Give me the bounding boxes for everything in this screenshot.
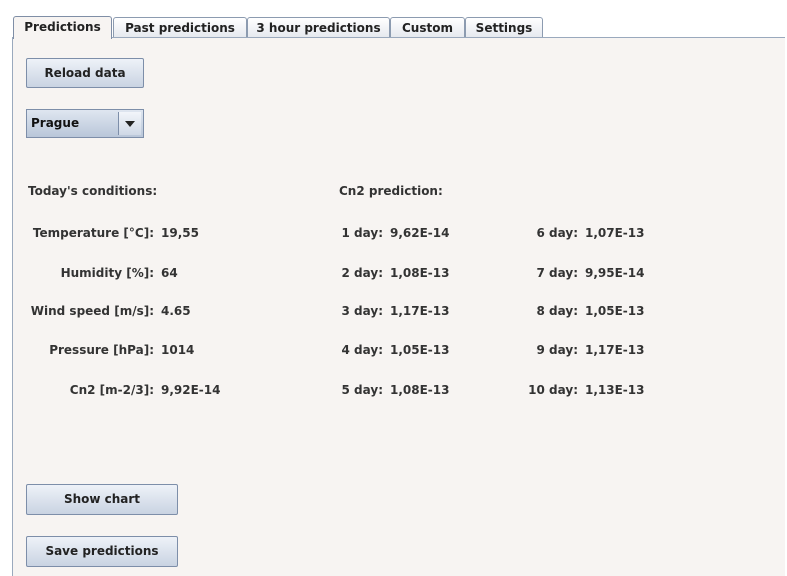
- prediction-day-value: 1,17E-13: [585, 343, 645, 357]
- conditions-heading: Today's conditions:: [28, 184, 158, 198]
- tab-3-hour-predictions[interactable]: 3 hour predictions: [247, 17, 390, 37]
- prediction-day-value: 1,07E-13: [585, 226, 645, 240]
- prediction-day-value: 1,05E-13: [390, 343, 450, 357]
- prediction-day-value: 1,08E-13: [390, 383, 450, 397]
- humidity-value: 64: [161, 266, 178, 280]
- tab-bar: Predictions Past predictions 3 hour pred…: [12, 16, 785, 39]
- prediction-day-value: 9,62E-14: [390, 226, 450, 240]
- prediction-day-label: 3 day:: [341, 304, 383, 318]
- prediction-day-label: 6 day:: [536, 226, 578, 240]
- prediction-day-value: 1,17E-13: [390, 304, 450, 318]
- prediction-day-label: 5 day:: [341, 383, 383, 397]
- tab-predictions[interactable]: Predictions: [13, 16, 112, 39]
- cn2-value: 9,92E-14: [161, 383, 221, 397]
- tab-past-predictions[interactable]: Past predictions: [113, 17, 247, 37]
- pressure-value: 1014: [161, 343, 195, 357]
- cn2-label: Cn2 [m-2/3]:: [69, 383, 154, 397]
- prediction-heading: Cn2 prediction:: [339, 184, 443, 198]
- wind-speed-value: 4.65: [161, 304, 191, 318]
- prediction-day-label: 10 day:: [528, 383, 578, 397]
- prediction-day-value: 9,95E-14: [585, 266, 645, 280]
- wind-speed-label: Wind speed [m/s]:: [30, 304, 154, 318]
- prediction-day-label: 9 day:: [536, 343, 578, 357]
- prediction-day-value: 1,08E-13: [390, 266, 450, 280]
- prediction-day-value: 1,13E-13: [585, 383, 645, 397]
- pressure-label: Pressure [hPa]:: [49, 343, 154, 357]
- humidity-label: Humidity [%]:: [60, 266, 154, 280]
- save-predictions-button[interactable]: Save predictions: [26, 536, 178, 567]
- prediction-day-label: 8 day:: [536, 304, 578, 318]
- prediction-day-value: 1,05E-13: [585, 304, 645, 318]
- tab-custom[interactable]: Custom: [390, 17, 465, 37]
- prediction-day-label: 7 day:: [536, 266, 578, 280]
- temperature-label: Temperature [°C]:: [32, 226, 154, 240]
- city-select[interactable]: Prague: [26, 109, 144, 138]
- show-chart-button[interactable]: Show chart: [26, 484, 178, 515]
- chevron-down-icon: [125, 121, 135, 127]
- city-select-value: Prague: [31, 116, 80, 130]
- prediction-day-label: 1 day:: [341, 226, 383, 240]
- prediction-day-label: 2 day:: [341, 266, 383, 280]
- reload-data-button[interactable]: Reload data: [26, 58, 144, 88]
- prediction-day-label: 4 day:: [341, 343, 383, 357]
- tab-settings[interactable]: Settings: [465, 17, 543, 37]
- temperature-value: 19,55: [161, 226, 199, 240]
- dropdown-arrow-button[interactable]: [118, 112, 141, 135]
